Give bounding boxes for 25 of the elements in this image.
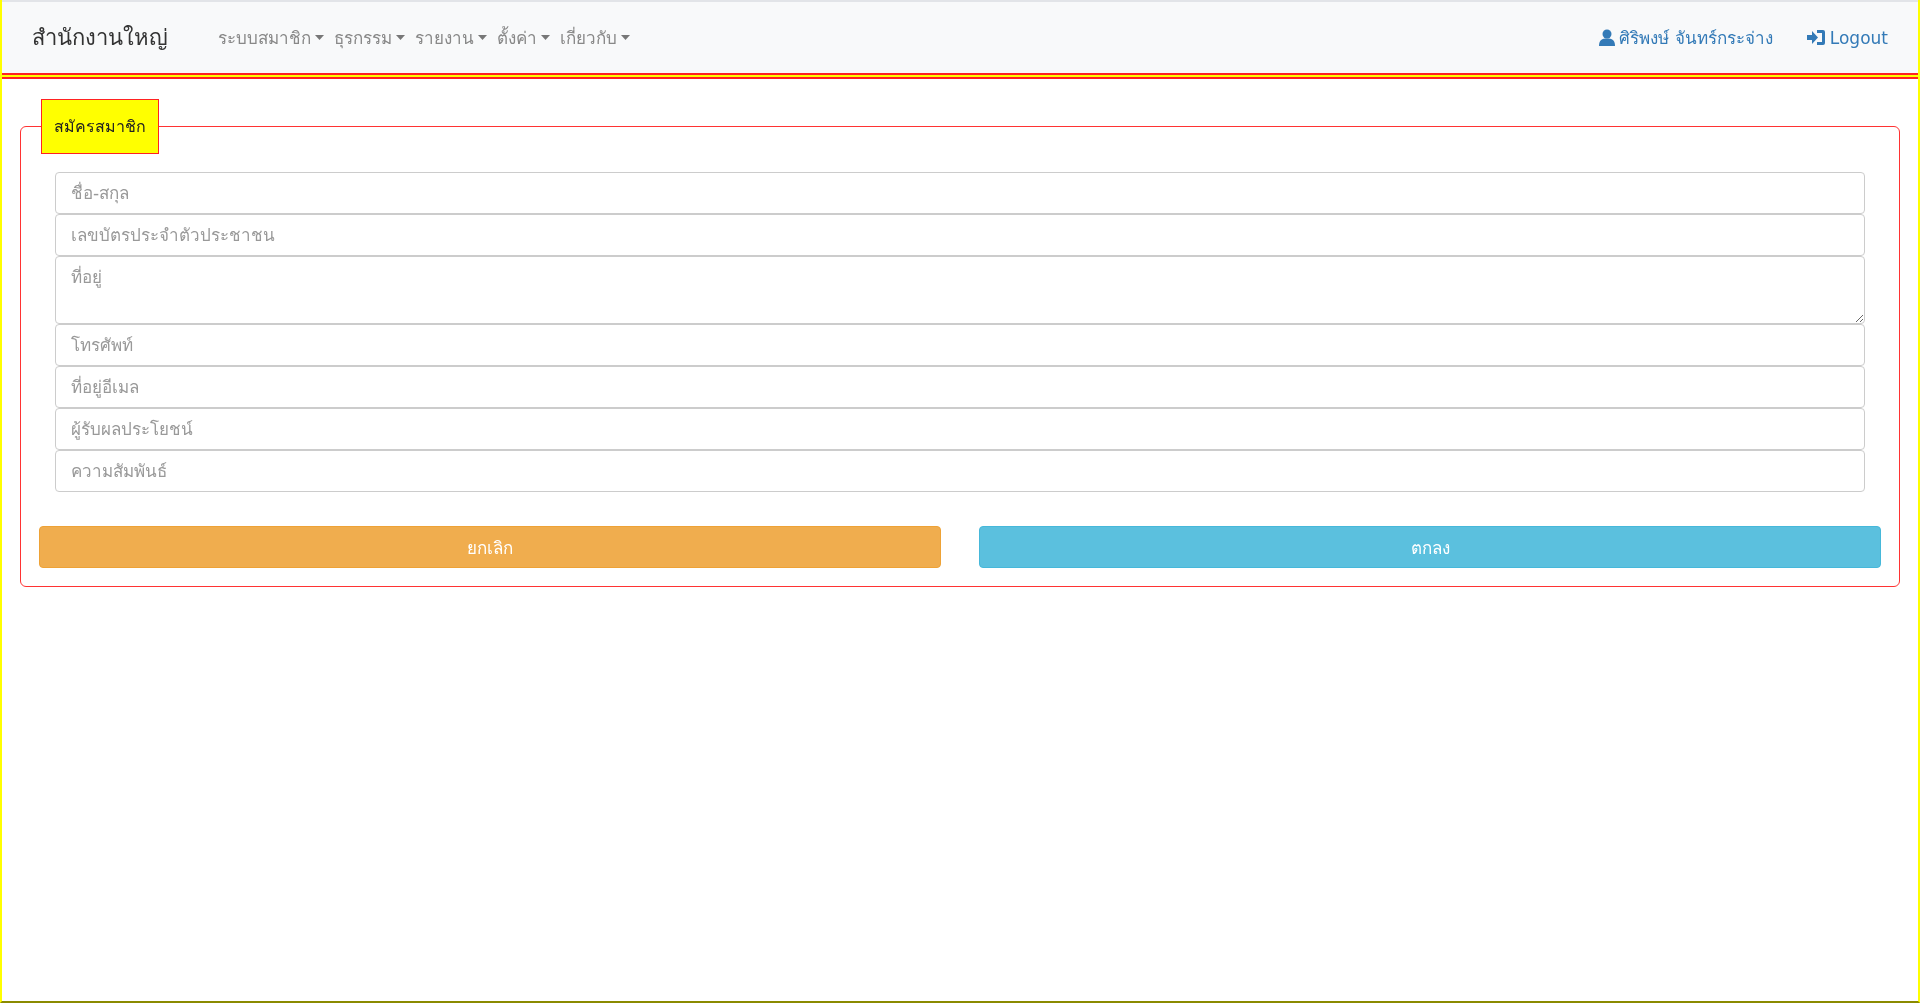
user-link[interactable]: ศิริพงษ์ จันทร์กระจ่าง (1599, 24, 1773, 51)
caret-icon (315, 35, 324, 40)
brand-title[interactable]: สำนักงานใหญ่ (32, 20, 168, 55)
input-field[interactable]: เลขบัตรประจำตัวประชาชน (55, 214, 1865, 256)
cancel-button[interactable]: ยกเลิก (39, 526, 941, 568)
menu-dropdown[interactable]: รายงาน (415, 24, 487, 51)
caret-icon (621, 35, 630, 40)
menu-dropdown[interactable]: ธุรกรรม (334, 24, 405, 51)
caret-icon (478, 35, 487, 40)
menu-dropdown[interactable]: ตั้งค่า (497, 24, 550, 51)
form-legend: สมัครสมาชิก (41, 99, 159, 154)
sign-in-icon (1806, 29, 1826, 46)
caret-icon (541, 35, 550, 40)
caret-icon (396, 35, 405, 40)
menu-dropdown[interactable]: ระบบสมาชิก (218, 24, 324, 51)
input-field[interactable]: โทรศัพท์ (55, 324, 1865, 366)
user-icon (1599, 29, 1616, 46)
input-field[interactable]: ชื่อ-สกุล (55, 172, 1865, 214)
logout-link[interactable]: Logout (1806, 24, 1888, 51)
address-field[interactable]: ที่อยู่ (55, 256, 1865, 324)
input-field[interactable]: ที่อยู่อีเมล (55, 366, 1865, 408)
input-field[interactable]: ความสัมพันธ์ (55, 450, 1865, 492)
input-field[interactable]: ผู้รับผลประโยชน์ (55, 408, 1865, 450)
menu-dropdown[interactable]: เกี่ยวกับ (560, 24, 630, 51)
ok-button[interactable]: ตกลง (979, 526, 1881, 568)
